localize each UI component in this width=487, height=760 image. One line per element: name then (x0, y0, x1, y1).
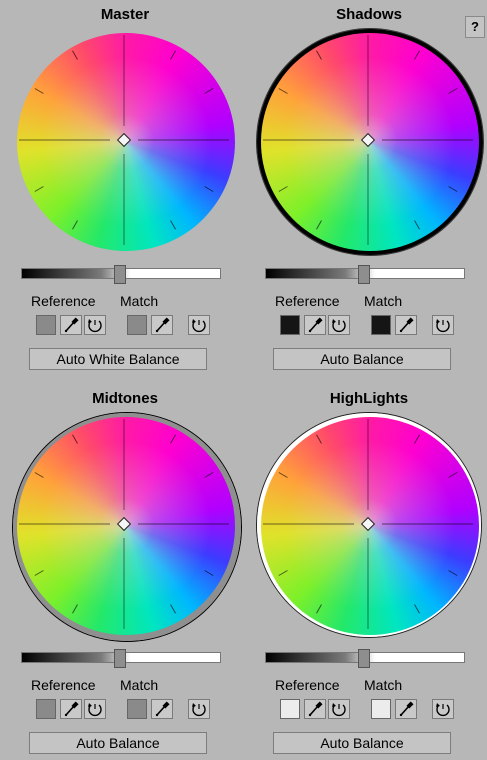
slider-handle[interactable] (358, 649, 370, 668)
match-eyedropper-button[interactable] (151, 699, 173, 719)
match-label: Match (120, 293, 159, 309)
match-eyedropper-button[interactable] (395, 699, 417, 719)
reference-reset-button[interactable] (328, 315, 350, 335)
slider-handle[interactable] (114, 649, 126, 668)
color-wheel[interactable] (255, 27, 485, 257)
color-wheel[interactable] (11, 27, 241, 257)
match-label: Match (120, 677, 159, 693)
match-reset-button[interactable] (432, 315, 454, 335)
auto-balance-button[interactable]: Auto Balance (273, 732, 451, 754)
slider-handle[interactable] (114, 265, 126, 284)
match-swatch[interactable] (371, 699, 391, 719)
reference-swatch[interactable] (36, 699, 56, 719)
panel-title: Shadows (336, 6, 402, 23)
master-panel: Master Reference Match Auto White Balanc… (11, 6, 251, 376)
reference-label: Reference (31, 677, 96, 693)
match-swatch[interactable] (127, 315, 147, 335)
match-reset-button[interactable] (188, 699, 210, 719)
reference-eyedropper-button[interactable] (60, 315, 82, 335)
match-reset-button[interactable] (432, 699, 454, 719)
panel-title: Midtones (92, 390, 158, 407)
reference-swatch[interactable] (280, 699, 300, 719)
match-label: Match (364, 293, 403, 309)
luminance-slider[interactable] (265, 649, 465, 668)
match-eyedropper-button[interactable] (395, 315, 417, 335)
luminance-slider[interactable] (21, 265, 221, 284)
match-label: Match (364, 677, 403, 693)
match-swatch[interactable] (127, 699, 147, 719)
midtones-panel: Midtones Reference Match Auto Balance (11, 390, 251, 760)
reference-eyedropper-button[interactable] (304, 315, 326, 335)
match-swatch[interactable] (371, 315, 391, 335)
panel-title: HighLights (329, 390, 409, 407)
auto-balance-button[interactable]: Auto Balance (29, 732, 207, 754)
panel-title: Master (100, 6, 150, 23)
highlights-panel: HighLights Reference Match Auto Balance (255, 390, 487, 760)
color-wheel[interactable] (255, 411, 485, 641)
match-reset-button[interactable] (188, 315, 210, 335)
luminance-slider[interactable] (21, 649, 221, 668)
color-wheel[interactable] (11, 411, 241, 641)
match-eyedropper-button[interactable] (151, 315, 173, 335)
reference-label: Reference (31, 293, 96, 309)
auto-balance-button[interactable]: Auto Balance (273, 348, 451, 370)
reference-eyedropper-button[interactable] (60, 699, 82, 719)
reference-reset-button[interactable] (84, 699, 106, 719)
reference-swatch[interactable] (36, 315, 56, 335)
reference-reset-button[interactable] (328, 699, 350, 719)
reference-label: Reference (275, 677, 340, 693)
slider-handle[interactable] (358, 265, 370, 284)
reference-reset-button[interactable] (84, 315, 106, 335)
reference-label: Reference (275, 293, 340, 309)
reference-eyedropper-button[interactable] (304, 699, 326, 719)
luminance-slider[interactable] (265, 265, 465, 284)
auto-balance-button[interactable]: Auto White Balance (29, 348, 207, 370)
shadows-panel: Shadows Reference Match Auto Balance (255, 6, 487, 376)
reference-swatch[interactable] (280, 315, 300, 335)
